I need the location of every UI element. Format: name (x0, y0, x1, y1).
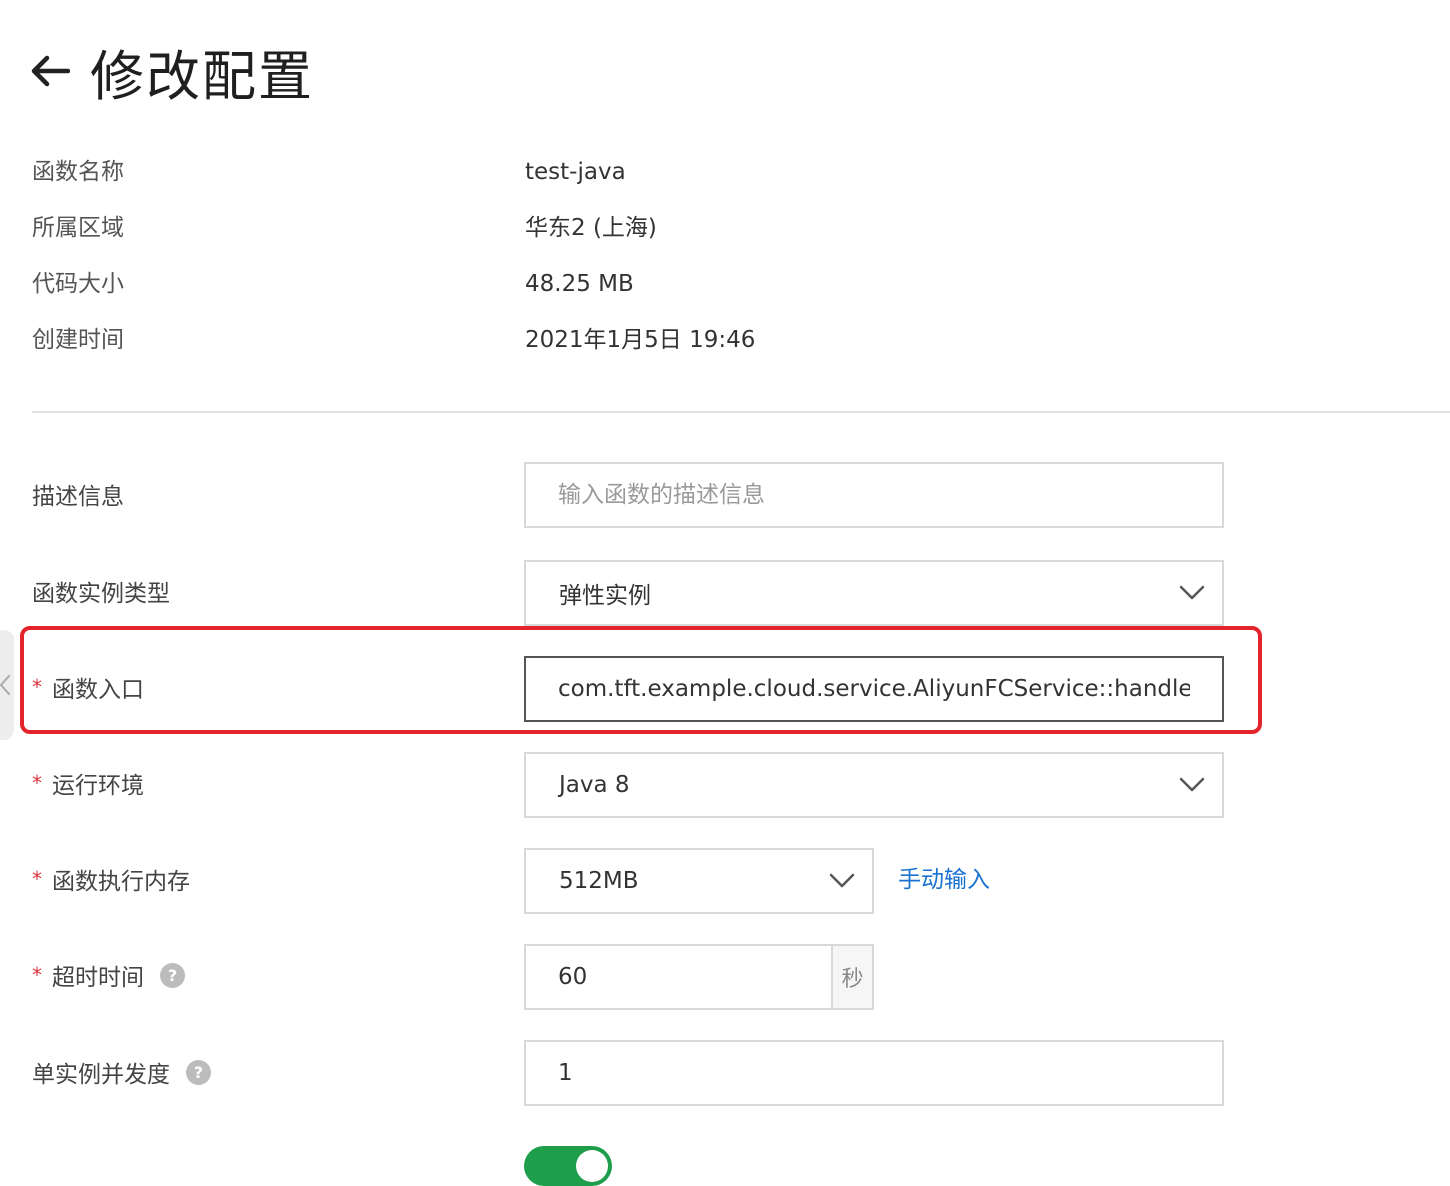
chevron-down-icon (1162, 777, 1222, 793)
memory-value: 512MB (559, 868, 639, 894)
concurrency-input[interactable] (526, 1042, 1222, 1104)
toggle-switch[interactable] (524, 1146, 612, 1186)
info-label: 函数名称 (32, 159, 124, 185)
info-value: 48.25 MB (525, 271, 634, 297)
memory-select[interactable]: 512MB (524, 848, 874, 914)
info-label: 所属区域 (32, 215, 124, 241)
instance-type-value: 弹性实例 (559, 583, 651, 609)
description-field (524, 462, 1224, 528)
instance-type-select[interactable]: 弹性实例 (524, 560, 1224, 626)
required-mark: * (32, 867, 42, 891)
info-label: 代码大小 (32, 271, 124, 297)
concurrency-field (524, 1040, 1224, 1106)
required-mark: * (32, 963, 42, 987)
concurrency-label-text: 单实例并发度 (32, 1062, 170, 1088)
help-icon[interactable]: ? (186, 1059, 211, 1085)
description-input[interactable] (526, 464, 1222, 526)
info-value: test-java (525, 159, 626, 185)
toggle-knob (576, 1150, 608, 1182)
runtime-value: Java 8 (559, 772, 630, 798)
handler-input[interactable] (526, 658, 1222, 720)
page-title: 修改配置 (90, 44, 314, 108)
info-label: 创建时间 (32, 327, 124, 353)
timeout-input[interactable] (526, 946, 831, 1008)
timeout-field: 秒 (524, 944, 874, 1010)
required-mark: * (32, 771, 42, 795)
required-mark: * (32, 675, 42, 699)
back-arrow-icon[interactable] (30, 49, 74, 93)
runtime-label: * 运行环境 (32, 763, 144, 803)
info-value: 华东2 (上海) (525, 215, 657, 241)
help-icon[interactable]: ? (160, 962, 185, 988)
info-value: 2021年1月5日 19:46 (525, 327, 756, 353)
concurrency-label: 单实例并发度 ? (32, 1052, 211, 1092)
instance-type-label: 函数实例类型 (32, 571, 170, 611)
description-label-text: 描述信息 (32, 484, 124, 510)
timeout-label-text: 超时时间 (52, 965, 144, 991)
handler-field (524, 656, 1224, 722)
instance-type-label-text: 函数实例类型 (32, 581, 170, 607)
description-label: 描述信息 (32, 474, 124, 514)
memory-label-text: 函数执行内存 (52, 869, 190, 895)
chevron-down-icon (812, 873, 872, 889)
memory-label: * 函数执行内存 (32, 859, 190, 899)
chevron-down-icon (1162, 585, 1222, 601)
runtime-label-text: 运行环境 (52, 773, 144, 799)
timeout-label: * 超时时间 ? (32, 955, 185, 995)
manual-input-link[interactable]: 手动输入 (898, 862, 990, 898)
runtime-select[interactable]: Java 8 (524, 752, 1224, 818)
handler-label: * 函数入口 (32, 667, 144, 707)
chevron-left-icon (0, 673, 12, 697)
handler-label-text: 函数入口 (52, 677, 144, 703)
timeout-unit: 秒 (831, 946, 872, 1008)
section-divider (32, 411, 1450, 413)
page-header: 修改配置 (30, 36, 314, 108)
